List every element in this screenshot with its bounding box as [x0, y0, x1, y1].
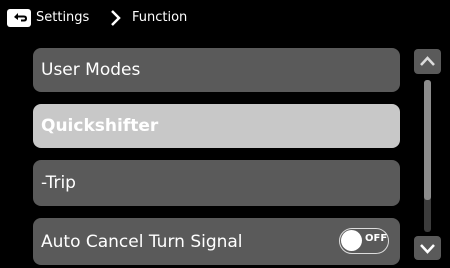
scroll-up-button[interactable] [414, 49, 441, 74]
scrollbar-thumb[interactable] [424, 80, 431, 200]
toggle-knob [341, 230, 362, 251]
menu-item-trip[interactable]: -Trip [33, 160, 400, 206]
menu-item-label: Quickshifter [41, 116, 159, 136]
menu-item-auto-cancel-turn-signal[interactable]: Auto Cancel Turn Signal OFF [33, 218, 400, 265]
menu-item-label: Auto Cancel Turn Signal [41, 231, 243, 252]
breadcrumb-settings[interactable]: Settings [36, 9, 89, 27]
chevron-right-icon [110, 8, 122, 28]
menu-item-label: -Trip [41, 173, 76, 193]
menu-item-quickshifter[interactable]: Quickshifter [33, 104, 400, 148]
chevron-down-icon [420, 244, 435, 254]
scroll-down-button[interactable] [414, 236, 441, 260]
back-arrow-icon[interactable] [7, 9, 31, 27]
chevron-up-icon [420, 56, 435, 66]
menu-item-label: User Modes [41, 60, 141, 80]
toggle-state-label: OFF [365, 233, 388, 244]
menu-item-user-modes[interactable]: User Modes [33, 48, 400, 92]
turn-signal-toggle[interactable]: OFF [339, 228, 389, 254]
breadcrumb-function: Function [132, 10, 188, 25]
header-bar: Settings Function [0, 0, 450, 36]
